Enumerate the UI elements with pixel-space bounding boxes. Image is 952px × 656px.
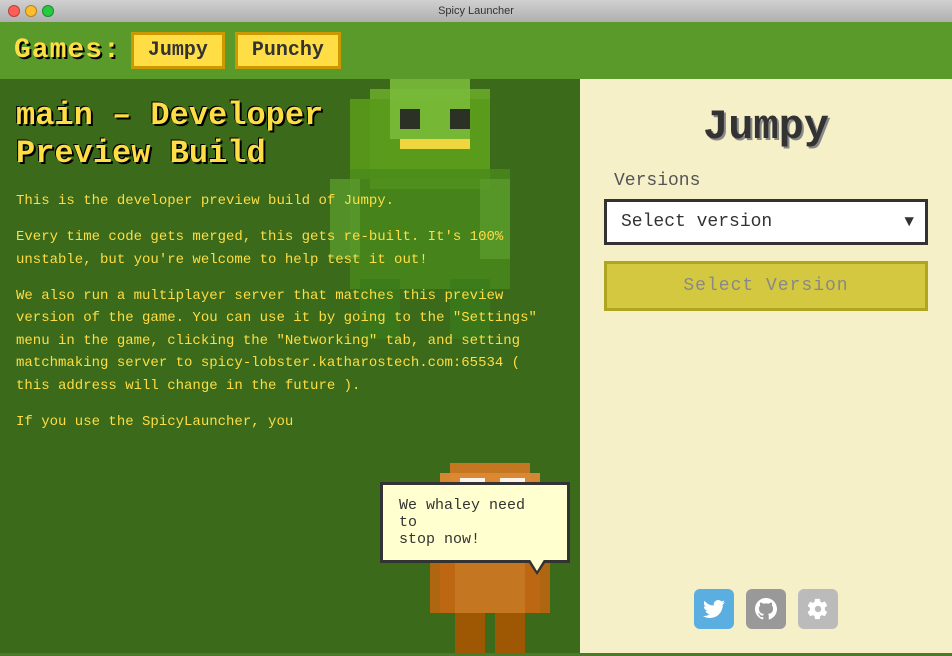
maximize-button[interactable] [42,5,54,17]
description-p3: We also run a multiplayer server that ma… [16,285,556,397]
close-button[interactable] [8,5,20,17]
social-icons-row [694,569,838,629]
version-select-container: Select version ▼ [604,199,928,245]
main-content: main – Developer Preview Build This is t… [0,79,952,653]
minimize-button[interactable] [25,5,37,17]
version-select-dropdown[interactable]: Select version [604,199,928,245]
settings-icon[interactable] [798,589,838,629]
game-description: This is the developer preview build of J… [16,190,556,434]
speech-line2: stop now! [399,531,480,548]
description-p2: Every time code gets merged, this gets r… [16,226,556,271]
build-title: main – Developer Preview Build [16,97,556,174]
right-panel: Jumpy Versions Select version ▼ Select V… [580,79,952,653]
titlebar: Spicy Launcher [0,0,952,22]
select-version-button[interactable]: Select Version [604,261,928,311]
github-icon[interactable] [746,589,786,629]
nav-bar: Games: Jumpy Punchy [0,22,952,79]
twitter-icon[interactable] [694,589,734,629]
description-p1: This is the developer preview build of J… [16,190,556,212]
tab-punchy[interactable]: Punchy [235,32,341,69]
left-panel: main – Developer Preview Build This is t… [0,79,580,653]
speech-bubble: We whaley need to stop now! [380,482,570,563]
game-name-heading: Jumpy [703,103,829,151]
titlebar-buttons [8,5,54,17]
tab-jumpy[interactable]: Jumpy [131,32,225,69]
versions-label: Versions [614,171,700,191]
description-p4: If you use the SpicyLauncher, you [16,411,556,433]
speech-line1: We whaley need to [399,497,525,531]
games-label: Games: [14,35,121,66]
window-title: Spicy Launcher [438,5,514,17]
